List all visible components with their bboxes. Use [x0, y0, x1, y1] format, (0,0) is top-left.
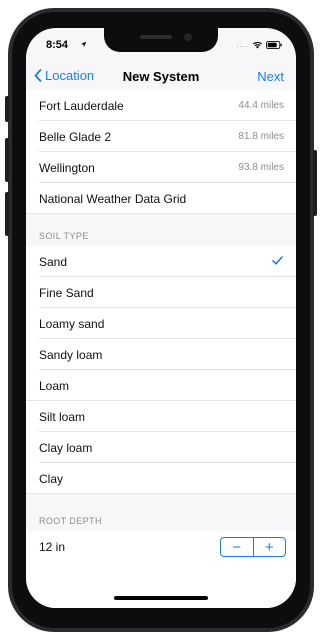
signal-dots: .... — [236, 40, 249, 49]
soil-option-row[interactable]: Loamy sand — [26, 308, 296, 339]
soil-option-label: Sandy loam — [39, 347, 103, 362]
phone-screen: 8:54 .... Location New System Next Fort … — [26, 28, 296, 608]
root-depth-value: 12 in — [39, 539, 66, 554]
speaker-grille — [140, 35, 172, 39]
checkmark-icon — [272, 256, 283, 265]
increment-button[interactable]: + — [254, 538, 286, 556]
front-camera — [184, 33, 192, 41]
home-indicator[interactable] — [114, 596, 208, 600]
soil-option-row[interactable]: Loam — [26, 370, 296, 401]
notch — [104, 28, 218, 52]
soil-option-row[interactable]: Silt loam — [26, 401, 296, 432]
soil-option-row[interactable]: Sandy loam — [26, 339, 296, 370]
status-indicators: .... — [236, 40, 282, 49]
navigation-bar: Location New System Next — [26, 62, 296, 92]
location-arrow-icon — [80, 41, 87, 48]
root-depth-row: 12 in − + — [26, 531, 296, 562]
soil-option-label: Loam — [39, 378, 70, 393]
root-depth-header: ROOT DEPTH — [39, 516, 102, 526]
soil-option-label: Loamy sand — [39, 316, 105, 331]
soil-option-label: Fine Sand — [39, 285, 94, 300]
weather-grid-label: National Weather Data Grid — [39, 191, 187, 206]
power-button — [313, 150, 317, 216]
station-row[interactable]: Belle Glade 2 81.8 miles — [26, 121, 296, 152]
station-distance: 81.8 miles — [238, 131, 284, 142]
station-distance: 93.8 miles — [238, 162, 284, 173]
weather-grid-row[interactable]: National Weather Data Grid — [26, 183, 296, 214]
root-depth-stepper: − + — [220, 537, 286, 557]
station-name: Fort Lauderdale — [39, 98, 124, 113]
soil-option-label: Sand — [39, 254, 68, 269]
soil-option-row[interactable]: Clay loam — [26, 432, 296, 463]
page-title: New System — [122, 69, 200, 84]
station-distance: 44.4 miles — [238, 100, 284, 111]
mute-switch — [5, 96, 9, 122]
wifi-icon — [252, 41, 263, 49]
volume-down-button — [5, 192, 9, 236]
row-divider — [26, 493, 296, 494]
soil-option-row[interactable]: Sand — [26, 246, 296, 277]
soil-type-header: SOIL TYPE — [39, 231, 89, 241]
station-name: Belle Glade 2 — [39, 129, 112, 144]
next-button[interactable]: Next — [257, 69, 284, 84]
empty-area — [26, 560, 296, 608]
status-time: 8:54 — [46, 39, 69, 51]
soil-option-label: Clay loam — [39, 440, 93, 455]
volume-up-button — [5, 138, 9, 182]
soil-option-label: Silt loam — [39, 409, 86, 424]
soil-option-row[interactable]: Clay — [26, 463, 296, 494]
battery-icon — [266, 40, 282, 49]
decrement-button[interactable]: − — [221, 538, 253, 556]
soil-option-row[interactable]: Fine Sand — [26, 277, 296, 308]
station-row[interactable]: Fort Lauderdale 44.4 miles — [26, 90, 296, 121]
soil-option-label: Clay — [39, 471, 64, 486]
station-row[interactable]: Wellington 93.8 miles — [26, 152, 296, 183]
row-divider — [26, 213, 296, 214]
station-name: Wellington — [39, 160, 95, 175]
